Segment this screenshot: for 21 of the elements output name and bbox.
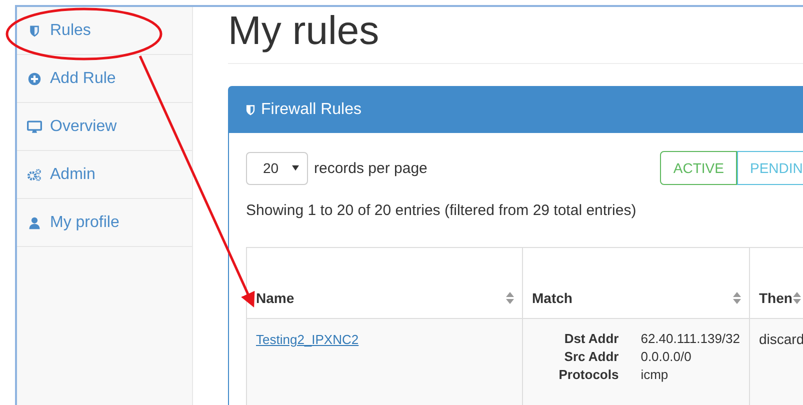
entries-info: Showing 1 to 20 of 20 entries (filtered from 29 total entries) [246, 202, 638, 219]
page-title: My rules [228, 8, 380, 54]
panel-title: Firewall Rules [261, 101, 362, 119]
match-key: Src Addr [558, 349, 619, 364]
sidebar-item[interactable]: Admin [17, 151, 192, 199]
match-key: Protocols [558, 367, 619, 382]
column-header[interactable]: Name [246, 248, 522, 318]
match-key: Dst Addr [558, 331, 619, 346]
action-cell: discard [759, 331, 803, 347]
match-value: icmp [640, 367, 670, 382]
sidebar-item[interactable]: Rules [17, 7, 192, 55]
sidebar-item[interactable]: Overview [17, 103, 192, 151]
filter-button[interactable]: ACTIVE [660, 151, 737, 185]
sidebar-item[interactable]: Add Rule [17, 55, 192, 103]
page-size-select[interactable]: 20 [246, 152, 308, 184]
page-size-label: records per page [314, 160, 428, 176]
match-value: 62.40.111.139/32 [640, 331, 740, 346]
match-value: 0.0.0.0/0 [640, 349, 692, 364]
sidebar-item[interactable]: My profile [17, 199, 192, 247]
rule-name-link[interactable]: Testing2_IPXNC2 [256, 332, 359, 347]
filter-button[interactable]: PENDIN [736, 151, 803, 185]
